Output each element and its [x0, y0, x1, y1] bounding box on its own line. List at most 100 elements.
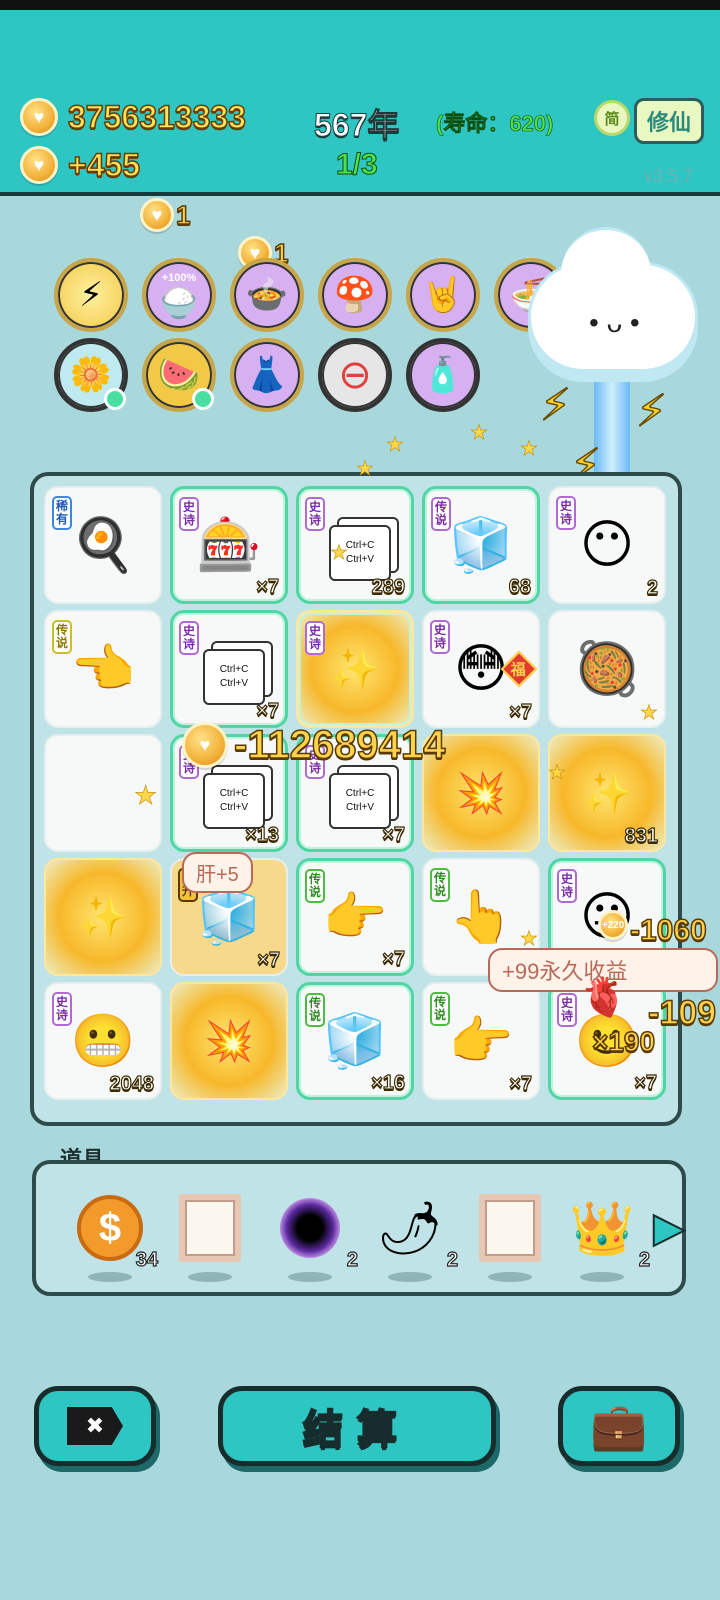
board-cell[interactable]: 史诗 Ctrl+C Ctrl+V 289	[296, 486, 414, 604]
item-count: 2	[646, 576, 658, 599]
rarity-tag: 史诗	[52, 992, 72, 1026]
board-cell[interactable]: 史诗 ✨	[296, 610, 414, 728]
board-cell[interactable]: ✨	[44, 858, 162, 976]
board-cell[interactable]: 传说 🧊 ×16	[296, 982, 414, 1100]
rarity-tag: 传说	[52, 620, 72, 654]
spray-bottle-skill-icon[interactable]: 🧴	[406, 338, 480, 412]
chevron-right-icon[interactable]: ▶	[653, 1198, 686, 1258]
pressure-cooker-icon: 🍳	[70, 516, 136, 575]
item-count: 2	[446, 1248, 458, 1271]
rice-cooker-skill-icon[interactable]: 🍲	[230, 258, 304, 332]
big-loss-value: -112689414	[233, 722, 446, 768]
face-icon: 😬	[70, 1012, 136, 1071]
exit-button[interactable]: ✖	[34, 1386, 156, 1466]
board-cell[interactable]: 💥	[170, 982, 288, 1100]
coin-gain-value: 1	[175, 199, 191, 231]
simplified-toggle[interactable]: 简	[594, 100, 630, 136]
board-cell[interactable]: 传说 👉 ×7	[422, 982, 540, 1100]
star-icon: ★	[520, 928, 539, 951]
rarity-tag: 稀有	[52, 496, 72, 530]
pointing-hand-icon: 👆	[448, 888, 514, 947]
gold-burst-icon: ✨	[78, 895, 128, 940]
chili-pepper-icon: 🌶	[376, 1199, 443, 1258]
item-count: ×16	[370, 1071, 405, 1094]
item-count: 2048	[109, 1072, 155, 1095]
minus-skill-icon[interactable]: ⊖	[318, 338, 392, 412]
board-cell[interactable]: 传说 👉 ×7	[296, 858, 414, 976]
item-shadow	[388, 1272, 432, 1282]
rarity-tag: 传说	[430, 992, 450, 1026]
coin-gain-popup: ♥ 1	[140, 198, 191, 232]
item-shadow	[188, 1272, 232, 1282]
rarity-tag: 传说	[430, 868, 450, 902]
star-icon: ★	[134, 780, 158, 811]
black-hole-icon	[280, 1198, 340, 1258]
rock-hand-skill-icon[interactable]: 🤘	[406, 258, 480, 332]
liver-bubble: 肝+5	[182, 852, 253, 893]
item-shadow	[488, 1272, 532, 1282]
mushroom-cloud-skill-icon[interactable]: 🍄	[318, 258, 392, 332]
bag-button[interactable]: 💼	[558, 1386, 680, 1466]
income-amount: +455	[67, 146, 141, 184]
board-cell[interactable]: ★	[44, 734, 162, 852]
item-shadow	[88, 1272, 132, 1282]
coin-badge-icon: +220	[598, 910, 628, 940]
potted-flower-skill-icon[interactable]: 🌼	[54, 338, 128, 412]
board-cell[interactable]: 史诗 😬 2048	[44, 982, 162, 1100]
rarity-tag: 史诗	[557, 869, 577, 903]
coin-icon: ♥	[20, 146, 58, 184]
dollar-coin-item[interactable]: $ 34	[74, 1192, 159, 1282]
fridge-icon: 🧊	[322, 1012, 388, 1071]
board-cell[interactable]: 传说 👈	[44, 610, 162, 728]
simplified-icon: 简	[594, 100, 630, 136]
xiuxian-button[interactable]: 修仙	[634, 98, 705, 144]
fruit-basket-skill-icon[interactable]: 🍉	[142, 338, 216, 412]
crown-item[interactable]: 👑 2	[566, 1192, 651, 1282]
year-text: 567年	[313, 107, 400, 144]
lightning-bolt-icon: ⚡	[635, 386, 667, 437]
round-text: 1/3	[336, 148, 379, 182]
lightning-skill-icon[interactable]: ⚡	[54, 258, 128, 332]
lifespan-text: (寿命：620)	[436, 111, 554, 137]
settle-label: 结算	[302, 1407, 411, 1453]
board-cell[interactable]: 传说 🧊 68	[422, 486, 540, 604]
pointing-hand-icon: 👉	[322, 888, 388, 947]
top-status-bar: ♥ 3756313333 ♥ +455 567年 (寿命：620) 1/3 简 …	[0, 0, 720, 196]
copy-paste-icon: Ctrl+C Ctrl+V	[203, 649, 265, 705]
black-hole-item[interactable]: 2	[274, 1192, 359, 1282]
item-shadow	[288, 1272, 332, 1282]
version-label: v3.5.7	[644, 166, 694, 186]
board-cell[interactable]: 史诗 😳 福 ×7	[422, 610, 540, 728]
multiplier-value: ×190	[591, 1025, 656, 1058]
rarity-tag: 史诗	[556, 496, 576, 530]
item-count: 34	[135, 1248, 158, 1271]
round-display: 1/3	[336, 148, 379, 182]
board-cell[interactable]: 稀有 🍳	[44, 486, 162, 604]
skirt-skill-icon[interactable]: 👗	[230, 338, 304, 412]
active-dot	[104, 388, 126, 410]
item-count: ×7	[257, 948, 281, 971]
right-loss-value: -1060	[629, 913, 707, 948]
board-cell[interactable]: ✨ 831	[548, 734, 666, 852]
settle-button[interactable]: 结算	[218, 1386, 496, 1466]
item-count: 2	[346, 1248, 358, 1271]
board-cell[interactable]: 史诗 Ctrl+C Ctrl+V ×7	[170, 610, 288, 728]
big-loss-popup: ♥ -112689414	[182, 722, 446, 768]
gold-burst-icon: ✨	[330, 647, 380, 692]
picture-frame-item[interactable]	[174, 1192, 246, 1282]
picture-frame-item[interactable]	[474, 1192, 546, 1282]
item-count: ×7	[256, 575, 280, 598]
crown-icon: 👑	[569, 1199, 635, 1258]
coin-icon: ♥	[20, 98, 58, 136]
rice-bowl-skill-icon[interactable]: +100% 🍚	[142, 258, 216, 332]
status-strip	[0, 0, 720, 10]
skill-boost-badge: +100%	[161, 272, 197, 284]
coin-total: ♥ 3756313333	[20, 98, 247, 136]
board-cell[interactable]: 史诗 🎰 ×7	[170, 486, 288, 604]
picture-frame-icon	[179, 1194, 241, 1262]
item-count: ×7	[256, 699, 280, 722]
item-count: ×7	[382, 947, 406, 970]
chili-pepper-item[interactable]: 🌶 2	[374, 1192, 459, 1282]
item-count: ×7	[509, 700, 533, 723]
board-cell[interactable]: 史诗 😶 2	[548, 486, 666, 604]
